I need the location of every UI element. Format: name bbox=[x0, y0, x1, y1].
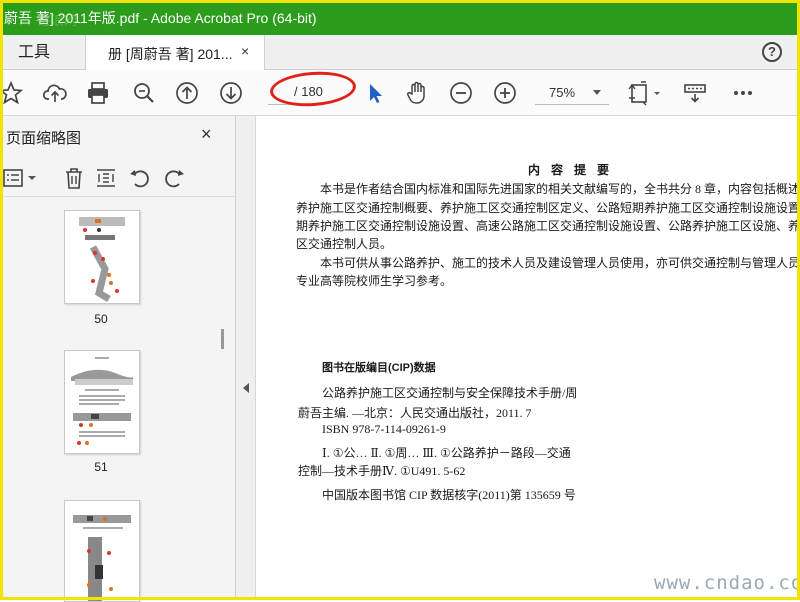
panel-scrollbar[interactable] bbox=[221, 329, 224, 349]
cip-line: Ⅰ. ①公… Ⅱ. ①周… Ⅲ. ①公路养护－路段—交通 bbox=[322, 446, 571, 460]
panel-title: 页面缩略图 bbox=[6, 130, 82, 147]
tab-document[interactable]: 册 [周蔚吾 著] 201... × bbox=[85, 35, 265, 70]
star-icon[interactable] bbox=[0, 80, 24, 106]
select-cursor-icon[interactable] bbox=[362, 80, 388, 106]
help-icon[interactable]: ? bbox=[762, 42, 782, 62]
pdf-page: 内 容 提 要 本书是作者结合国内标准和国际先进国家的相关文献编写的，全书共分 … bbox=[256, 116, 800, 600]
panel-close-button[interactable]: × bbox=[201, 124, 212, 145]
keyboard-tool-icon[interactable] bbox=[682, 80, 708, 106]
page-thumbnails-panel: 页面缩略图 × 50 51 bbox=[0, 116, 236, 602]
page-thumbnail-50[interactable] bbox=[64, 210, 140, 304]
print-icon[interactable] bbox=[85, 80, 111, 106]
page-number-input[interactable] bbox=[268, 82, 294, 105]
cip-line: 公路养护施工区交通控制与安全保障技术手册/周 bbox=[322, 386, 578, 400]
doc-paragraph2-line: 专业高等院校师生学习参考。 bbox=[296, 274, 453, 288]
rotate-left-icon[interactable] bbox=[128, 166, 152, 190]
title-bar: 蔚吾 著] 2011年版.pdf - Adobe Acrobat Pro (64… bbox=[0, 0, 800, 35]
cloud-upload-icon[interactable] bbox=[42, 80, 68, 106]
panel-splitter[interactable] bbox=[236, 116, 256, 600]
doc-paragraph1-line: 本书是作者结合国内标准和国际先进国家的相关文献编写的，全书共分 8 章，内容包括… bbox=[320, 182, 800, 196]
previous-page-icon[interactable] bbox=[174, 80, 200, 106]
cip-line: 蔚吾主编. —北京：人民交通出版社，2011. 7 bbox=[298, 406, 532, 420]
chevron-down-icon bbox=[593, 90, 601, 95]
page-thumbnail-52[interactable] bbox=[64, 500, 140, 602]
main-toolbar: / 180 75% bbox=[0, 70, 800, 116]
close-tab-button[interactable]: × bbox=[241, 43, 249, 59]
next-page-icon[interactable] bbox=[218, 80, 244, 106]
zoom-level-dropdown[interactable]: 75% bbox=[535, 82, 609, 105]
cip-title: 图书在版编目(CIP)数据 bbox=[322, 362, 436, 374]
doc-paragraph1-line: 养护施工区交通控制概要、养护施工区交通控制区定义、公路短期养护施工区交通控制设施… bbox=[296, 201, 800, 215]
zoom-search-icon[interactable] bbox=[131, 80, 157, 106]
title-faint-mark: 逐浪网 bbox=[38, 13, 78, 28]
doc-heading: 内 容 提 要 bbox=[528, 163, 614, 177]
thumbnail-label-50: 50 bbox=[94, 312, 108, 326]
doc-paragraph1-line: 期养护施工区交通控制设施设置、高速公路施工区交通控制设施设置、公路养护施工区设施… bbox=[296, 219, 800, 233]
panel-toolbar bbox=[0, 162, 236, 197]
cip-line: 控制—技术手册Ⅳ. ①U491. 5-62 bbox=[298, 464, 466, 478]
doc-paragraph2-line: 本书可供从事公路养护、施工的技术人员及建设管理人员使用，亦可供交通控制与管理人员… bbox=[320, 256, 800, 270]
hand-tool-icon[interactable] bbox=[404, 80, 430, 106]
page-navigator: / 180 bbox=[268, 82, 348, 105]
document-view[interactable]: 内 容 提 要 本书是作者结合国内标准和国际先进国家的相关文献编写的，全书共分 … bbox=[256, 116, 800, 600]
more-options-icon[interactable] bbox=[730, 80, 756, 106]
doc-paragraph1-line: 区交通控制人员。 bbox=[296, 237, 393, 251]
zoom-out-icon[interactable] bbox=[448, 80, 474, 106]
thumbnail-options-icon[interactable] bbox=[2, 166, 40, 190]
tab-bar: 工具 册 [周蔚吾 著] 201... × ? bbox=[0, 35, 800, 70]
page-total: / 180 bbox=[294, 84, 323, 99]
page-fit-icon[interactable] bbox=[627, 80, 663, 106]
thumbnail-label-51: 51 bbox=[94, 460, 108, 474]
tab-document-label: 册 [周蔚吾 著] 201... bbox=[108, 46, 233, 62]
zoom-in-icon[interactable] bbox=[492, 80, 518, 106]
extract-page-icon[interactable] bbox=[94, 166, 118, 190]
tab-tools[interactable]: 工具 bbox=[18, 35, 50, 70]
rotate-right-icon[interactable] bbox=[162, 166, 186, 190]
page-thumbnail-51[interactable] bbox=[64, 350, 140, 454]
delete-page-icon[interactable] bbox=[62, 166, 86, 190]
zoom-level-value: 75% bbox=[549, 85, 576, 100]
cip-line: ISBN 978-7-114-09261-9 bbox=[322, 422, 446, 436]
collapse-panel-icon[interactable] bbox=[243, 383, 249, 393]
watermark-text: www.cndao.com bbox=[654, 572, 800, 594]
cip-line: 中国版本图书馆 CIP 数据核字(2011)第 135659 号 bbox=[322, 488, 576, 502]
